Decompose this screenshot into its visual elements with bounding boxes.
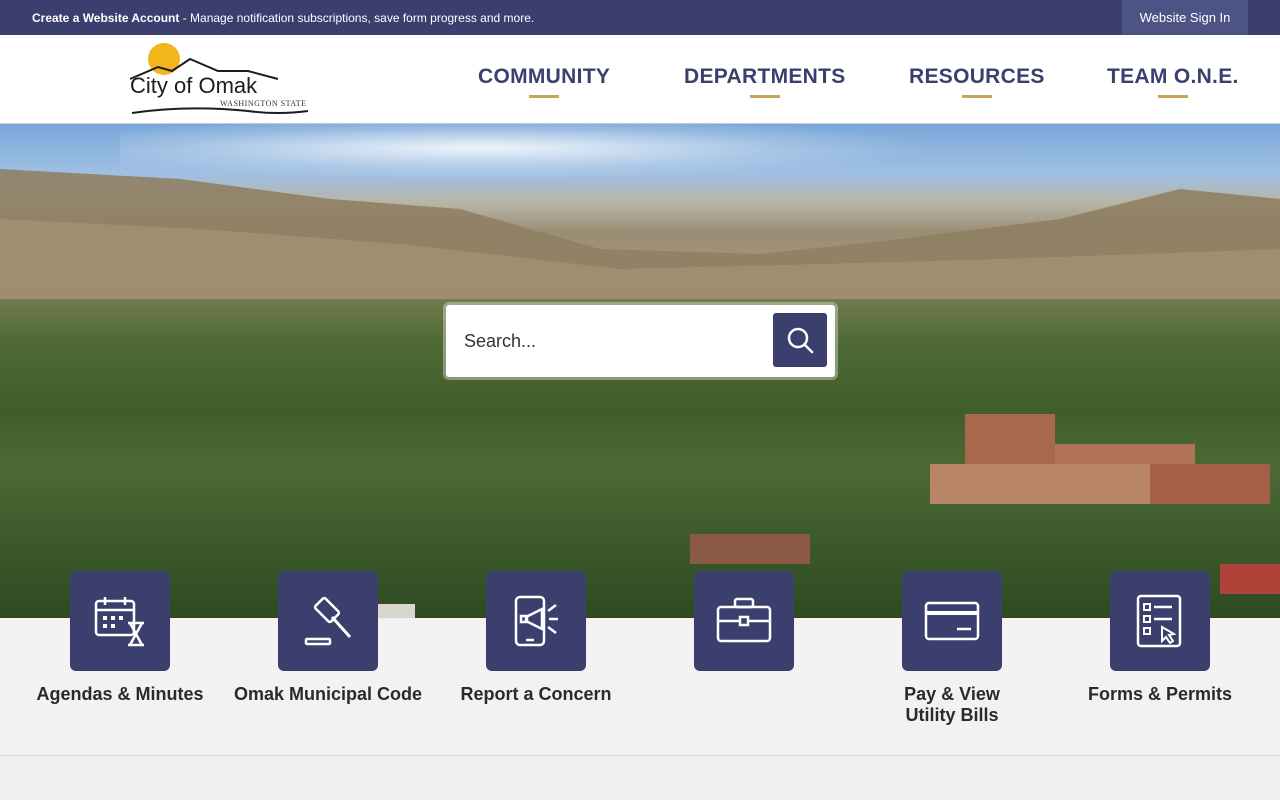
website-sign-in-button[interactable]: Website Sign In [1122,0,1248,35]
city-logo[interactable]: City of Omak WASHINGTON STATE [128,41,314,117]
nav-departments[interactable]: DEPARTMENTS [684,65,846,98]
quick-link-forms-permits[interactable]: Forms & Permits [1060,571,1260,705]
nav-resources-label: RESOURCES [909,65,1045,88]
top-utility-bar: Create a Website Account - Manage notifi… [0,0,1280,35]
quick-link-label: Report a Concern [460,684,612,704]
nav-resources[interactable]: RESOURCES [909,65,1045,98]
quick-link-utility-bills[interactable]: Pay & View Utility Bills [852,571,1052,726]
create-account-link[interactable]: Create a Website Account [32,11,179,25]
nav-departments-label: DEPARTMENTS [684,65,846,88]
search-input[interactable] [464,323,754,359]
logo-state: WASHINGTON STATE [220,99,307,108]
quick-link-agendas-minutes[interactable]: Agendas & Minutes [20,571,220,705]
quick-link-tile[interactable] [902,571,1002,671]
nav-underline [961,95,992,98]
quick-link-label: Pay & View Utility Bills [904,684,1000,725]
account-message-text: - Manage notification subscriptions, sav… [179,11,535,25]
quick-link-briefcase[interactable] [644,571,844,684]
nav-team-one[interactable]: TEAM O.N.E. [1107,65,1239,98]
nav-team-one-label: TEAM O.N.E. [1107,65,1239,88]
calendar-hourglass-icon [94,597,144,647]
account-message: Create a Website Account - Manage notifi… [32,11,534,25]
site-search [446,305,835,377]
quick-link-tile[interactable] [70,571,170,671]
nav-underline [749,95,780,98]
briefcase-icon [716,597,772,643]
quick-link-label: Forms & Permits [1087,684,1233,704]
search-button[interactable] [773,313,827,367]
gavel-icon [304,596,352,646]
quick-link-tile[interactable] [1110,571,1210,671]
nav-community[interactable]: COMMUNITY [478,65,610,98]
nav-community-label: COMMUNITY [478,65,611,88]
hero-hills [0,169,1280,299]
nav-underline [1157,95,1188,98]
logo-city-name: City of Omak [130,73,258,98]
quick-link-tile[interactable] [694,571,794,671]
quick-links-bar: Agendas & Minutes Omak Municipal Code Re [0,571,1280,756]
phone-megaphone-icon [514,595,558,647]
quick-link-tile[interactable] [486,571,586,671]
quick-link-municipal-code[interactable]: Omak Municipal Code [228,571,428,705]
quick-link-label: Omak Municipal Code [233,684,423,704]
credit-card-icon [924,601,980,641]
search-icon [787,327,814,354]
quick-link-label: Agendas & Minutes [36,684,204,704]
nav-underline [529,95,560,98]
quick-link-tile[interactable] [278,571,378,671]
checklist-form-icon [1136,594,1182,648]
site-header: City of Omak WASHINGTON STATE COMMUNITY … [0,35,1280,124]
hero-banner [0,124,1280,618]
quick-link-report-concern[interactable]: Report a Concern [436,571,636,705]
